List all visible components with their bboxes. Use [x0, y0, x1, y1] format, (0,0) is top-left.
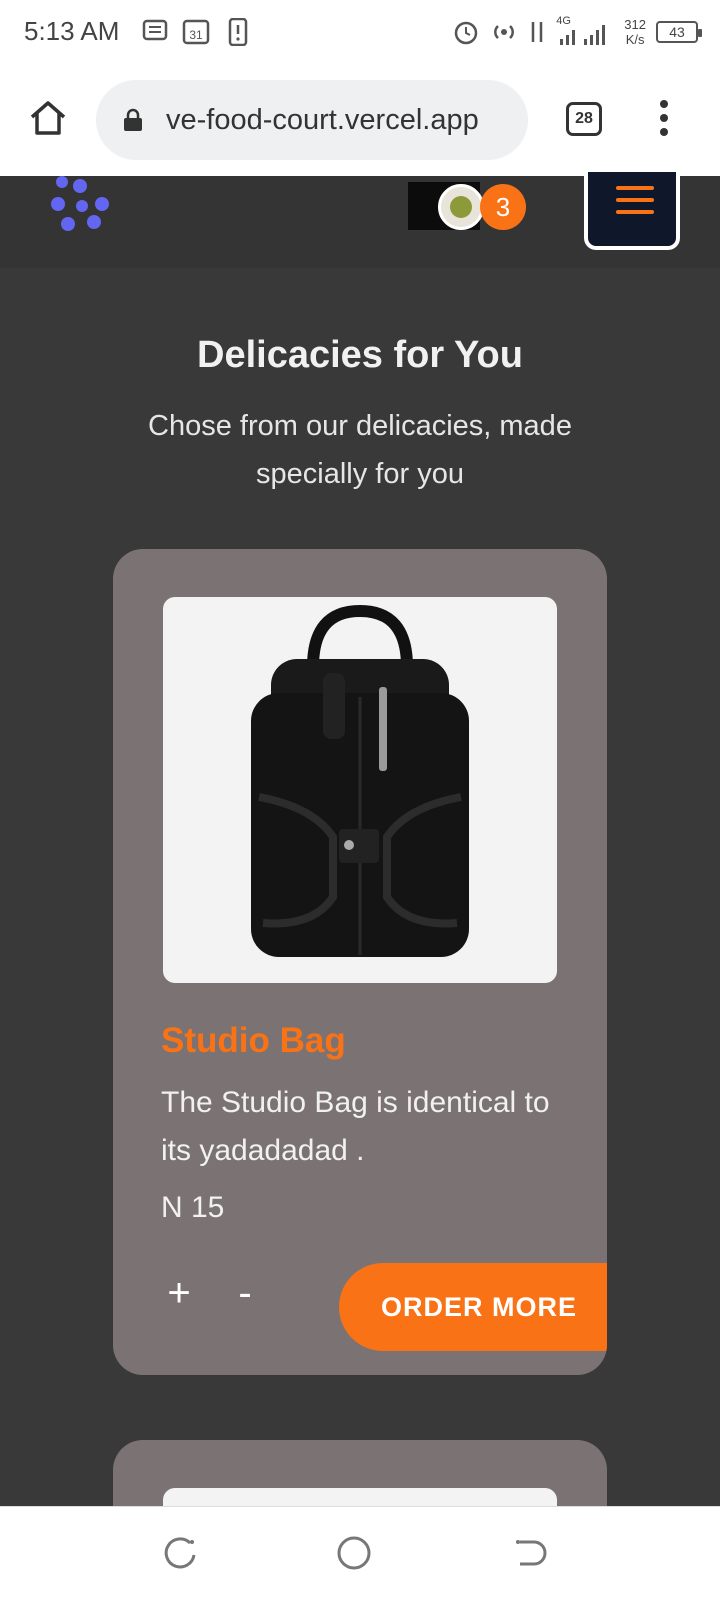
section-subtitle: Chose from our delicacies, made speciall…	[148, 410, 572, 490]
order-more-button[interactable]: ORDER MORE	[339, 1263, 607, 1351]
signal-icon: 4G	[556, 15, 614, 47]
phone-alert-icon	[228, 18, 248, 46]
clock: 5:13 AM	[24, 16, 120, 46]
hotspot-icon	[494, 25, 515, 39]
cart-count-badge: 3	[480, 184, 526, 230]
product-description: The Studio Bag is identical to its yadad…	[161, 1086, 550, 1167]
back-icon[interactable]	[510, 1533, 550, 1573]
increase-quantity-button[interactable]: +	[159, 1271, 199, 1316]
browser-toolbar: ve-food-court.vercel.app 28	[0, 64, 720, 176]
section-title: Delicacies for You	[197, 334, 523, 376]
product-card: Studio Bag The Studio Bag is identical t…	[113, 549, 607, 1375]
message-icon	[142, 19, 168, 41]
cart-button[interactable]: 3	[408, 182, 538, 234]
overflow-menu-icon[interactable]	[652, 100, 676, 140]
address-bar[interactable]: ve-food-court.vercel.app	[96, 80, 528, 160]
net-speed-unit: K/s	[625, 32, 645, 47]
lock-icon	[124, 108, 142, 131]
net-speed: 312 K/s	[624, 17, 646, 47]
data-transfer-icon	[532, 22, 543, 42]
recent-apps-icon[interactable]	[160, 1533, 200, 1573]
product-name: Studio Bag	[161, 1021, 346, 1060]
hamburger-menu-button[interactable]	[584, 172, 680, 250]
product-image	[163, 597, 557, 983]
logo-icon[interactable]	[46, 176, 116, 236]
tab-switcher-button[interactable]: 28	[566, 102, 602, 136]
net-speed-value: 312	[624, 17, 646, 32]
alarm-icon	[455, 21, 478, 45]
url-text: ve-food-court.vercel.app	[166, 104, 479, 136]
home-icon[interactable]	[28, 98, 68, 138]
home-nav-icon[interactable]	[334, 1533, 374, 1573]
product-price: N 15	[161, 1191, 225, 1224]
system-nav-bar	[0, 1506, 720, 1600]
status-bar: 5:13 AM 31 4G 312 K/s 43	[0, 0, 720, 64]
decrease-quantity-button[interactable]: -	[225, 1271, 265, 1316]
backpack-image	[251, 604, 469, 957]
battery-icon: 43	[656, 21, 702, 43]
food-plate-icon	[438, 184, 484, 230]
site-header: 3	[0, 172, 720, 268]
svg-text:31: 31	[189, 28, 203, 42]
calendar-icon: 31	[182, 19, 210, 45]
